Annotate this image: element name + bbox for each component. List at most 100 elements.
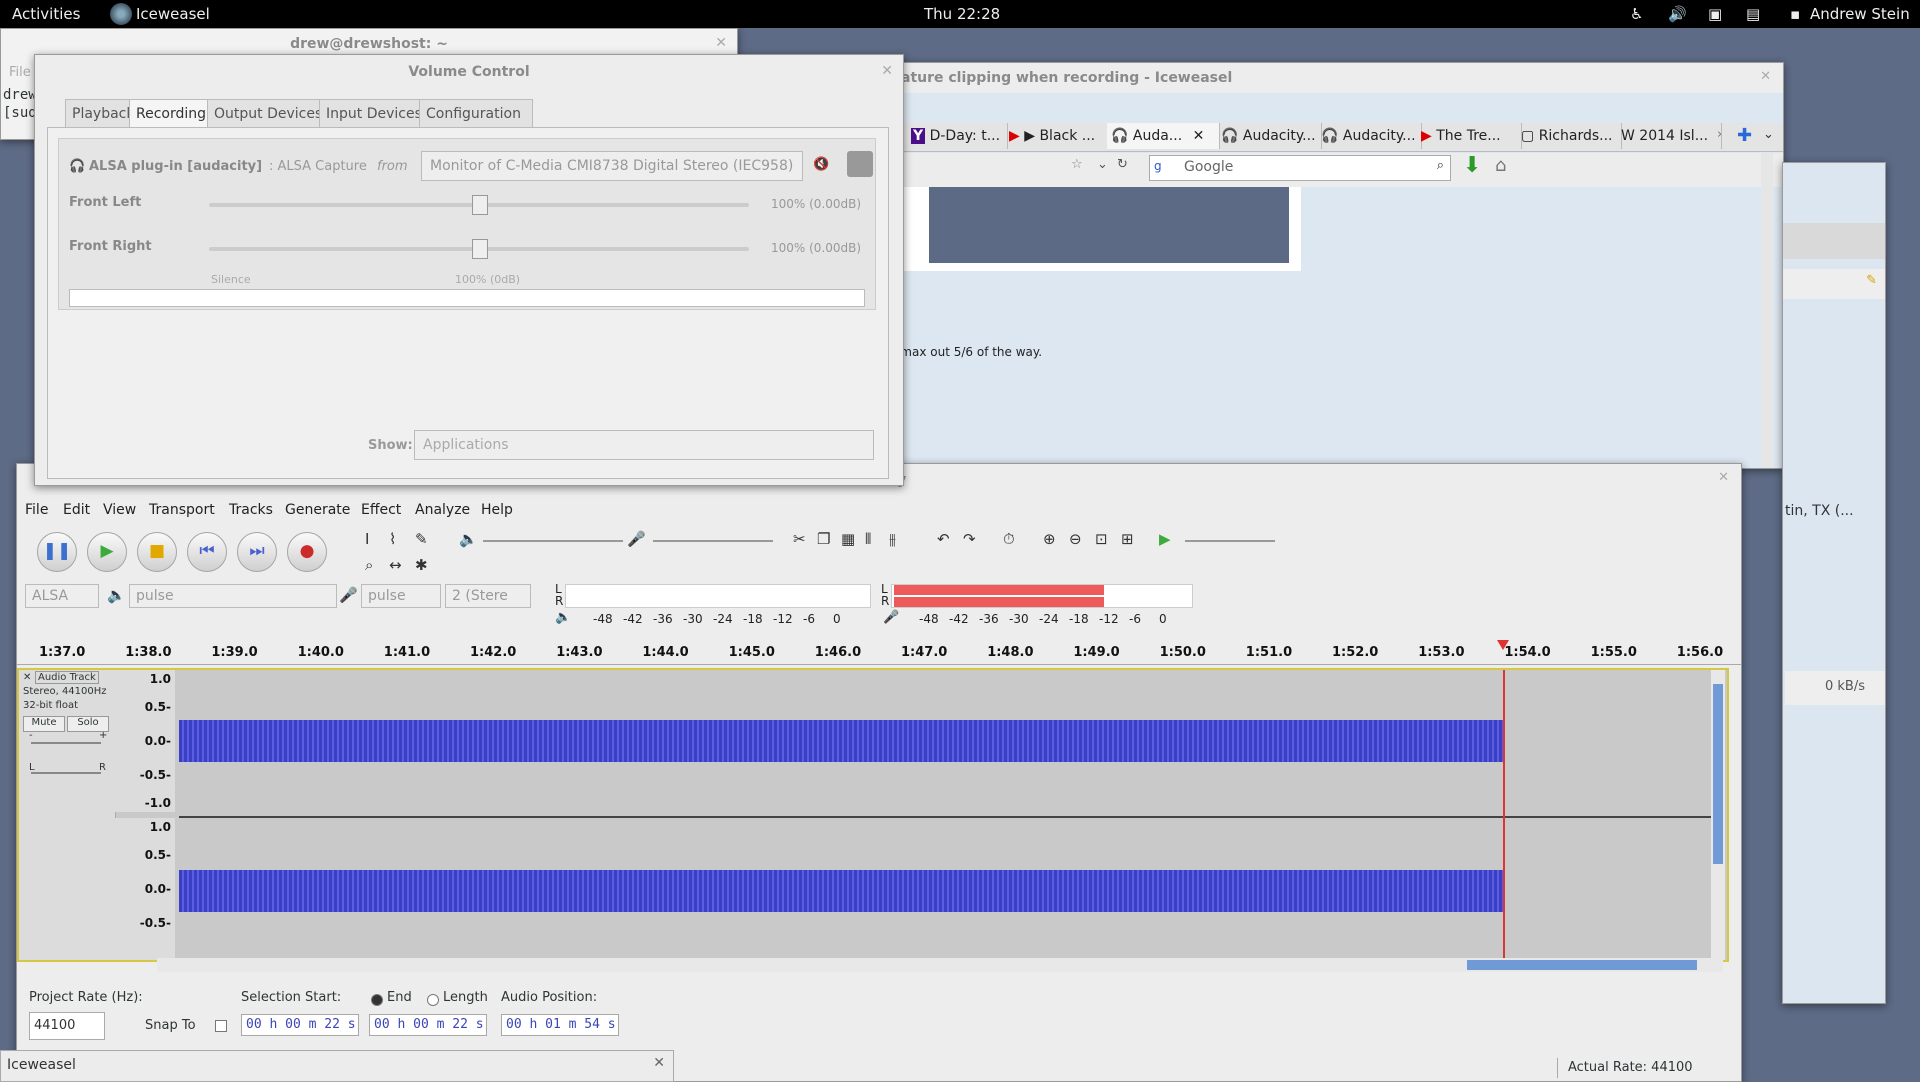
- redo-icon[interactable]: ↷: [963, 530, 976, 548]
- source-device-select[interactable]: Monitor of C-Media CMI8738 Digital Stere…: [421, 151, 803, 181]
- close-icon[interactable]: ✕: [1193, 128, 1205, 144]
- track-name-menu[interactable]: Audio Track: [35, 671, 99, 684]
- timeshift-tool-icon[interactable]: ↔: [389, 556, 402, 574]
- zoom-tool-icon[interactable]: ⌕: [365, 556, 373, 574]
- search-icon[interactable]: ⌕: [1437, 158, 1444, 173]
- zoom-in-icon[interactable]: ⊕: [1043, 530, 1056, 548]
- waveform-left-channel[interactable]: [179, 720, 1505, 762]
- browser-tab[interactable]: 🎧 Audacity...: [1317, 123, 1422, 149]
- zoom-out-icon[interactable]: ⊖: [1069, 530, 1082, 548]
- paste-icon[interactable]: ▦: [841, 530, 855, 548]
- end-radio[interactable]: [371, 994, 383, 1006]
- iceweasel-mini-window[interactable]: Iceweasel ✕: [0, 1050, 674, 1082]
- menu-generate[interactable]: Generate: [285, 502, 350, 518]
- menu-help[interactable]: Help: [481, 502, 513, 518]
- pan-slider[interactable]: [31, 772, 101, 774]
- browser-tab-active[interactable]: 🎧 Auda... ✕: [1107, 123, 1220, 149]
- audio-position-field[interactable]: 00 h 01 m 54 s: [501, 1014, 619, 1036]
- track-close-icon[interactable]: ✕: [23, 672, 31, 683]
- lock-channels-button[interactable]: [847, 151, 873, 177]
- show-select[interactable]: Applications: [414, 430, 874, 460]
- horizontal-scrollbar[interactable]: [157, 958, 1723, 972]
- browser-tab[interactable]: 🎧 Audacity...: [1217, 123, 1322, 149]
- output-volume-slider[interactable]: [483, 540, 623, 542]
- menu-edit[interactable]: Edit: [63, 502, 90, 518]
- stop-button[interactable]: ■: [137, 532, 177, 572]
- search-box[interactable]: g Google ⌕: [1149, 155, 1451, 181]
- menu-view[interactable]: View: [103, 502, 136, 518]
- dropdown-icon[interactable]: ⌄: [1097, 157, 1108, 172]
- play-speed-slider[interactable]: [1185, 540, 1275, 542]
- trim-icon[interactable]: ⫴: [865, 530, 871, 548]
- app-menu[interactable]: Iceweasel: [136, 5, 210, 23]
- terminal-menu-file[interactable]: File: [9, 65, 31, 80]
- track-area[interactable]: ✕ Audio Track Stereo, 44100Hz 32-bit flo…: [17, 668, 1729, 962]
- snap-to-checkbox[interactable]: [215, 1020, 227, 1032]
- silence-icon[interactable]: ⫵: [889, 530, 896, 548]
- vertical-scroll-thumb[interactable]: [1713, 684, 1723, 864]
- output-device-select[interactable]: pulse: [129, 584, 337, 608]
- tab-configuration[interactable]: Configuration: [419, 99, 533, 128]
- fit-selection-icon[interactable]: ⊡: [1095, 530, 1108, 548]
- home-icon[interactable]: ⌂: [1495, 155, 1506, 176]
- length-radio[interactable]: [427, 994, 439, 1006]
- draw-tool-icon[interactable]: ✎: [415, 530, 428, 548]
- playback-meter-icon[interactable]: 🔈: [555, 610, 571, 625]
- broom-icon[interactable]: ✎: [1866, 273, 1877, 288]
- input-volume-slider[interactable]: [653, 540, 773, 542]
- new-tab-icon[interactable]: ✚: [1737, 125, 1752, 146]
- record-meter[interactable]: [891, 584, 1193, 608]
- network-icon[interactable]: ▣: [1708, 5, 1722, 23]
- envelope-tool-icon[interactable]: ⌇: [389, 530, 396, 548]
- tab-scroll-right-icon[interactable]: ›: [1717, 127, 1722, 142]
- selection-end-field[interactable]: 00 h 00 m 22 s: [369, 1014, 487, 1036]
- browser-tab[interactable]: ▢ Richards...: [1517, 123, 1622, 149]
- close-icon[interactable]: ✕: [653, 1055, 665, 1071]
- record-button[interactable]: ●: [287, 532, 327, 572]
- download-icon[interactable]: ⬇: [1463, 153, 1481, 178]
- record-meter-icon[interactable]: 🎤: [883, 610, 899, 625]
- browser-tab[interactable]: ▶ ▶ Black ...: [1005, 123, 1110, 149]
- search-input[interactable]: Google: [1184, 159, 1233, 175]
- volume-icon[interactable]: 🔊: [1668, 5, 1687, 23]
- timeline-ruler[interactable]: 1:37.0 1:38.0 1:39.0 1:40.0 1:41.0 1:42.0 1:43…: [17, 642, 1741, 665]
- selection-tool-icon[interactable]: I: [365, 530, 369, 548]
- browser-tab[interactable]: Y D-Day: t...: [907, 123, 1008, 149]
- tab-list-icon[interactable]: ⌄: [1763, 127, 1774, 142]
- mute-speaker-icon[interactable]: 🔇: [813, 157, 829, 172]
- accessibility-icon[interactable]: ♿: [1630, 5, 1643, 23]
- battery-icon[interactable]: ▤: [1746, 5, 1760, 23]
- menu-file[interactable]: File: [25, 502, 48, 518]
- reload-icon[interactable]: ↻: [1117, 157, 1128, 172]
- sync-lock-icon[interactable]: ⏱: [1003, 530, 1015, 548]
- skip-start-button[interactable]: ⏮: [187, 532, 227, 572]
- menu-analyze[interactable]: Analyze: [415, 502, 470, 518]
- front-right-slider-knob[interactable]: [472, 239, 488, 259]
- gain-slider[interactable]: [31, 742, 101, 744]
- playback-meter[interactable]: [565, 584, 871, 608]
- browser-tab[interactable]: ▶ The Tre...: [1417, 123, 1522, 149]
- pause-button[interactable]: ❚❚: [37, 532, 77, 572]
- play-button[interactable]: ▶: [87, 532, 127, 572]
- activities-button[interactable]: Activities: [12, 5, 80, 23]
- copy-icon[interactable]: ❐: [817, 530, 830, 548]
- close-icon[interactable]: ✕: [1760, 69, 1771, 84]
- horizontal-scroll-thumb[interactable]: [1467, 960, 1697, 970]
- cut-icon[interactable]: ✂: [793, 530, 806, 548]
- input-device-select[interactable]: pulse: [361, 584, 441, 608]
- tab-recording[interactable]: Recording: [129, 99, 219, 128]
- browser-scrollbar[interactable]: [1761, 153, 1773, 468]
- menu-tracks[interactable]: Tracks: [229, 502, 273, 518]
- front-left-slider-knob[interactable]: [472, 195, 488, 215]
- bookmark-star-icon[interactable]: ☆: [1071, 157, 1083, 172]
- close-icon[interactable]: ✕: [881, 63, 893, 79]
- skip-end-button[interactable]: ⏭: [237, 532, 277, 572]
- close-icon[interactable]: ✕: [715, 35, 727, 51]
- undo-icon[interactable]: ↶: [937, 530, 950, 548]
- project-rate-input[interactable]: 44100: [29, 1012, 105, 1040]
- vertical-scrollbar[interactable]: [1711, 670, 1725, 960]
- multi-tool-icon[interactable]: ✱: [415, 556, 428, 574]
- user-menu[interactable]: Andrew Stein: [1810, 5, 1910, 23]
- channels-select[interactable]: 2 (Stere: [445, 584, 531, 608]
- selection-start-field[interactable]: 00 h 00 m 22 s: [241, 1014, 359, 1036]
